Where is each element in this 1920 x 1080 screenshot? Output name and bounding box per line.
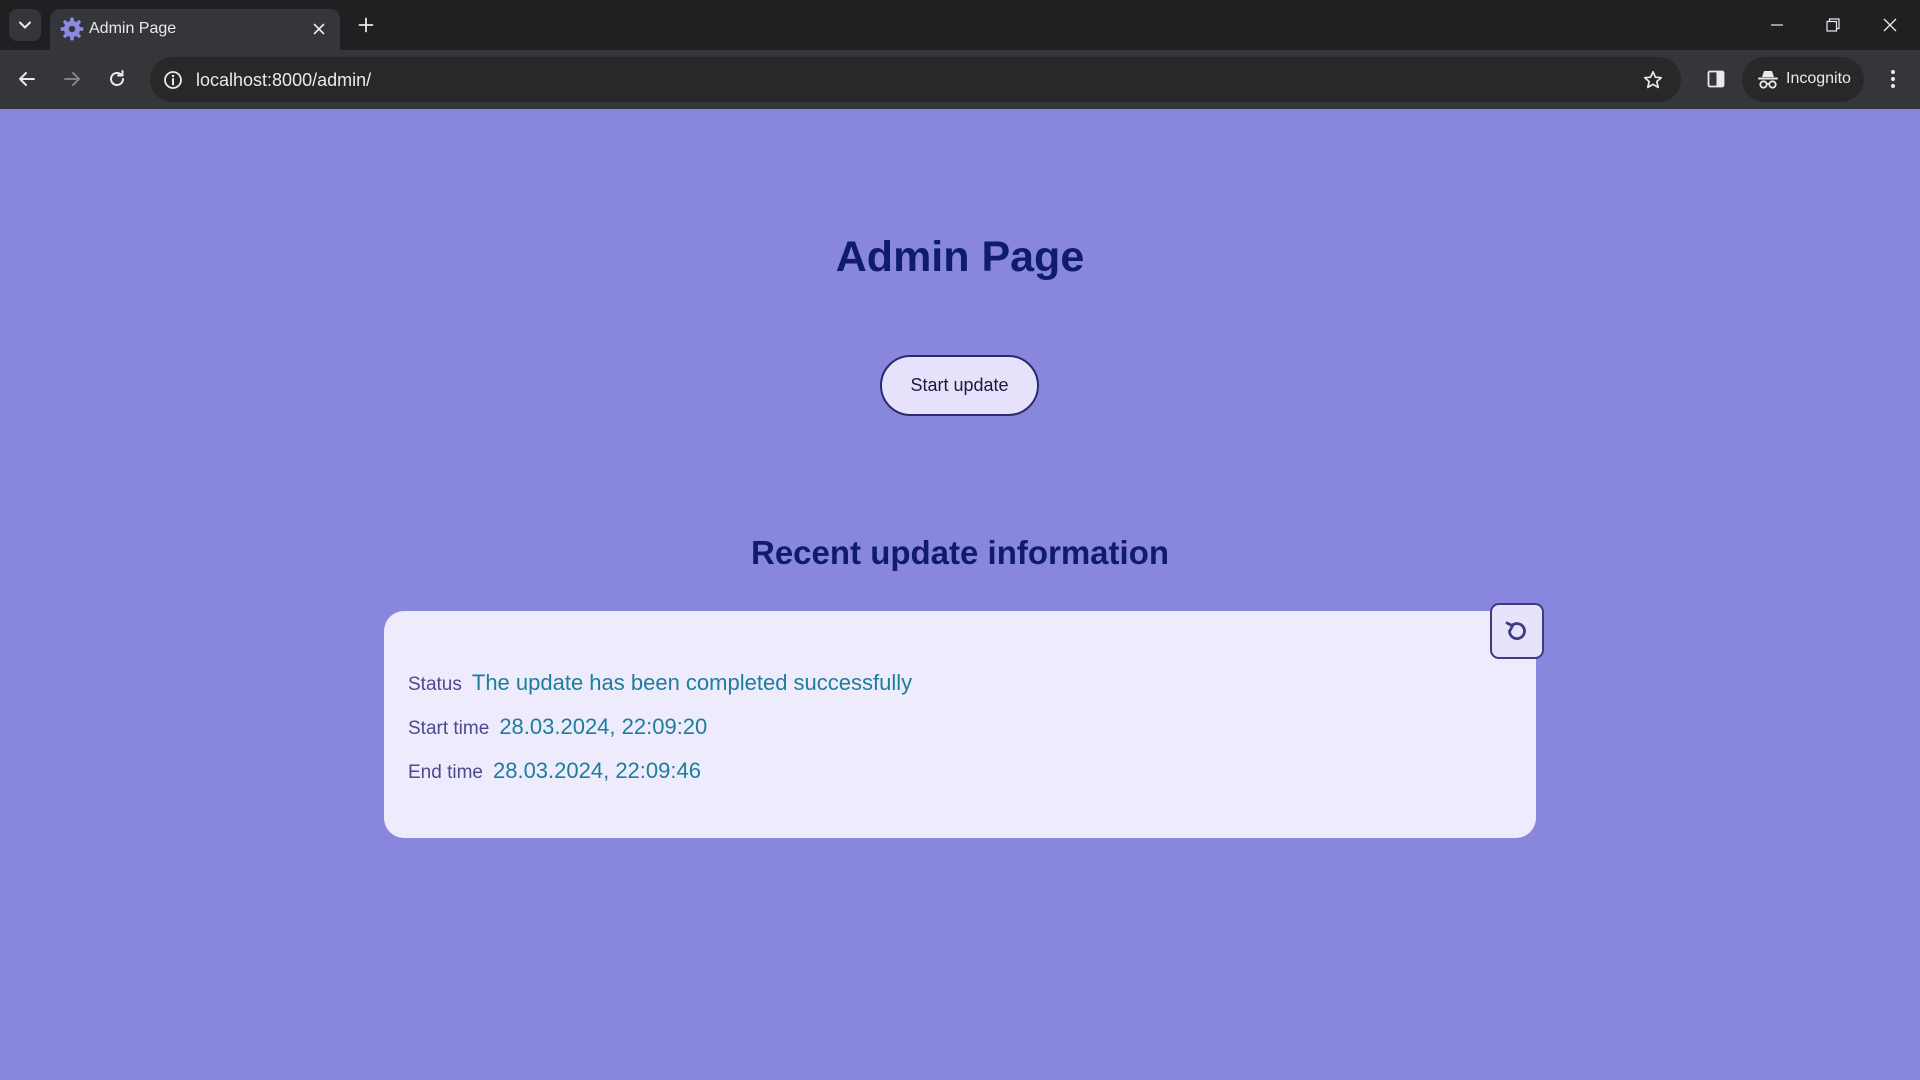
close-icon: [1883, 18, 1897, 32]
browser-chrome: Admin Page localhost:8000/admin/ Incogni…: [0, 0, 1920, 109]
back-arrow-icon: [19, 72, 35, 86]
site-info-button[interactable]: [160, 67, 185, 92]
tab-admin-page[interactable]: Admin Page: [50, 9, 340, 50]
address-bar[interactable]: localhost:8000/admin/: [150, 57, 1681, 102]
new-tab-button[interactable]: [352, 11, 380, 39]
side-panel-icon: [1707, 70, 1725, 88]
tab-strip: Admin Page: [0, 0, 1920, 50]
start-time-label: Start time: [408, 718, 490, 739]
tab-title: Admin Page: [89, 20, 177, 37]
refresh-icon: [1505, 621, 1526, 640]
end-time-label: End time: [408, 762, 483, 783]
chevron-down-icon: [19, 21, 31, 29]
kebab-menu-icon: [1891, 70, 1895, 88]
close-icon: [313, 23, 325, 35]
end-time-row: End time 28.03.2024, 22:09:46: [408, 758, 701, 784]
status-value: The update has been completed successful…: [471, 670, 913, 695]
update-info-card: Status The update has been completed suc…: [384, 611, 1536, 838]
gear-icon: [60, 17, 84, 41]
plus-icon: [358, 17, 374, 33]
start-time-row: Start time 28.03.2024, 22:09:20: [408, 714, 707, 740]
reload-button[interactable]: [101, 63, 133, 95]
reload-icon: [110, 70, 124, 86]
minimize-button[interactable]: [1749, 0, 1805, 50]
forward-button[interactable]: [56, 63, 88, 95]
incognito-label: Incognito: [1786, 70, 1851, 87]
end-time-value: 28.03.2024, 22:09:46: [492, 758, 701, 783]
side-panel-button[interactable]: [1700, 63, 1732, 95]
section-title: Recent update information: [750, 534, 1170, 571]
close-window-button[interactable]: [1862, 0, 1918, 50]
tab-close-button[interactable]: [307, 17, 331, 41]
bookmark-button[interactable]: [1640, 67, 1665, 92]
minimize-icon: [1771, 24, 1783, 26]
refresh-button[interactable]: [1490, 603, 1544, 659]
restore-icon: [1826, 18, 1840, 32]
info-icon: [163, 70, 182, 89]
page-title: Admin Page: [835, 233, 1085, 281]
page-content: Admin Page Start update Recent update in…: [0, 109, 1920, 1080]
status-row: Status The update has been completed suc…: [408, 670, 912, 696]
forward-arrow-icon: [64, 72, 80, 86]
status-label: Status: [408, 674, 462, 695]
browser-toolbar: localhost:8000/admin/ Incognito: [0, 50, 1920, 109]
start-update-button[interactable]: Start update: [880, 355, 1039, 416]
incognito-icon: [1758, 71, 1778, 89]
back-button[interactable]: [11, 63, 43, 95]
tab-search-button[interactable]: [9, 9, 41, 41]
url-text[interactable]: localhost:8000/admin/: [196, 70, 371, 91]
restore-button[interactable]: [1805, 0, 1861, 50]
incognito-indicator[interactable]: Incognito: [1742, 57, 1864, 102]
star-icon: [1643, 70, 1662, 88]
browser-menu-button[interactable]: [1877, 63, 1909, 95]
start-time-value: 28.03.2024, 22:09:20: [499, 714, 708, 739]
